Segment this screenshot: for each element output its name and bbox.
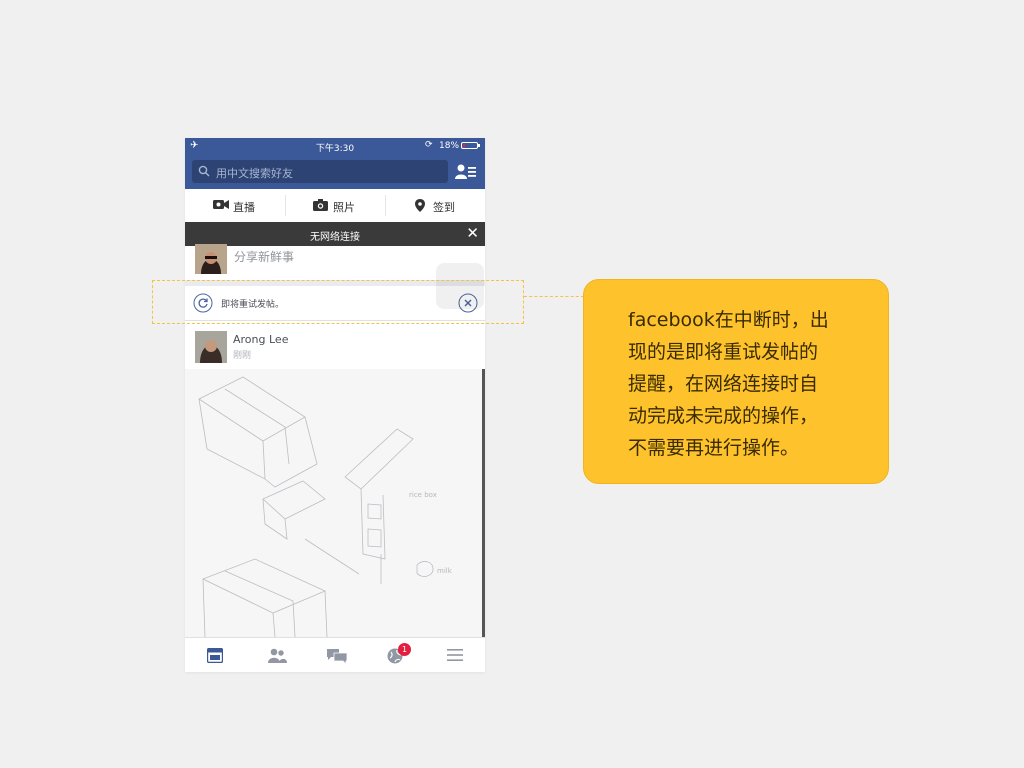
camera-icon xyxy=(313,199,328,211)
annotation-text: facebook在中断时，出 现的是即将重试发帖的 提醒，在网络连接时自 动完成… xyxy=(628,304,868,464)
annotation-callout: facebook在中断时，出 现的是即将重试发帖的 提醒，在网络连接时自 动完成… xyxy=(583,279,889,484)
friend-requests-icon xyxy=(268,648,287,663)
tab-news-feed[interactable] xyxy=(185,638,245,672)
post-author[interactable]: Arong Lee xyxy=(233,333,288,346)
battery-percent: 18% xyxy=(439,141,460,151)
post-photo-sketch[interactable]: rice box milk xyxy=(185,369,485,637)
offline-banner: 无网络连接 ✕ xyxy=(185,222,485,246)
post-header: Arong Lee 刚刚 xyxy=(185,321,485,369)
post-time: 刚刚 xyxy=(233,351,252,361)
annotation-line: facebook在中断时，出 xyxy=(628,309,829,331)
photo-label: 照片 xyxy=(333,201,355,214)
avatar[interactable] xyxy=(195,331,227,363)
live-video-icon xyxy=(213,200,229,209)
friends-list-button[interactable] xyxy=(455,163,477,181)
annotation-line: 不需要再进行操作。 xyxy=(628,437,800,459)
menu-icon xyxy=(447,649,463,661)
rotation-lock-icon: ⟳ xyxy=(425,140,433,150)
annotation-line: 动完成未完成的操作， xyxy=(628,405,819,427)
tab-bar: 1 xyxy=(185,637,485,672)
sketch-label-milk: milk xyxy=(437,567,453,575)
annotation-line: 现的是即将重试发帖的 xyxy=(628,341,819,363)
offline-text: 无网络连接 xyxy=(310,232,360,243)
highlight-outline xyxy=(152,280,524,324)
search-placeholder: 用中文搜索好友 xyxy=(216,167,293,180)
news-feed-icon xyxy=(207,648,223,663)
composer-actions: 直播 照片 签到 xyxy=(185,189,485,223)
annotation-line: 提醒，在网络连接时自 xyxy=(628,373,819,395)
messages-icon xyxy=(327,649,347,664)
status-bar: ✈ 下午3:30 ⟳ 18% xyxy=(185,138,485,154)
sketch-drawing: rice box milk xyxy=(198,376,453,637)
live-label: 直播 xyxy=(233,201,255,214)
tab-menu[interactable] xyxy=(425,638,485,672)
notification-badge: 1 xyxy=(398,643,411,656)
scrollbar[interactable] xyxy=(482,369,485,637)
tab-friend-requests[interactable] xyxy=(245,638,305,672)
tab-messages[interactable] xyxy=(305,638,365,672)
friends-list-icon xyxy=(455,164,476,179)
check-in-button[interactable]: 签到 xyxy=(385,189,485,222)
photo-button[interactable]: 照片 xyxy=(285,189,385,222)
battery-level-fill xyxy=(463,144,465,147)
sketch-label-rice-box: rice box xyxy=(409,491,437,499)
search-input[interactable]: 用中文搜索好友 xyxy=(192,160,448,183)
battery-icon xyxy=(461,142,480,149)
live-button[interactable]: 直播 xyxy=(185,189,285,222)
search-icon xyxy=(198,165,210,177)
avatar xyxy=(195,244,227,274)
phone-screen: ✈ 下午3:30 ⟳ 18% 用中文搜索好友 直播 照片 签到 无网络连接 ✕ … xyxy=(185,138,485,672)
location-pin-icon xyxy=(415,199,425,212)
composer-prompt: 分享新鲜事 xyxy=(234,250,295,264)
tab-notifications[interactable]: 1 xyxy=(365,638,425,672)
nav-bar: 用中文搜索好友 xyxy=(185,154,485,189)
check-in-label: 签到 xyxy=(433,201,455,214)
callout-connector xyxy=(524,296,584,297)
close-icon[interactable]: ✕ xyxy=(466,226,479,241)
